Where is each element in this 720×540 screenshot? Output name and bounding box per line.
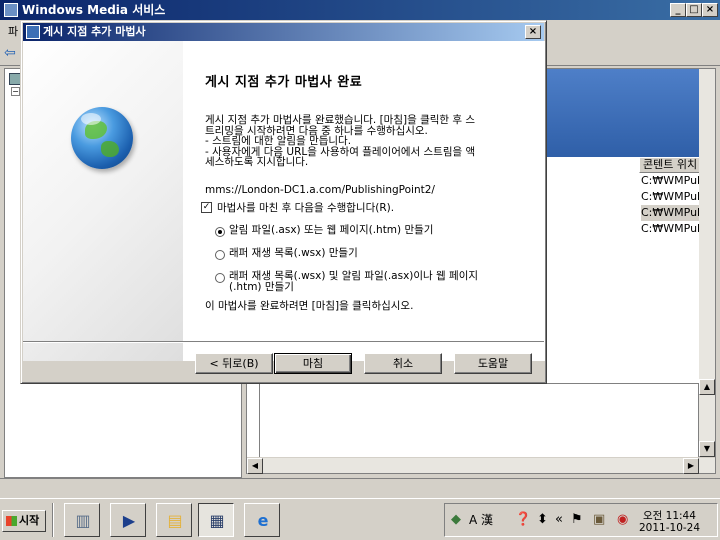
windows-logo-icon — [6, 516, 17, 526]
wizard-side-panel — [23, 41, 183, 361]
expand-tray-icon[interactable]: « — [555, 513, 563, 527]
checkbox-checked-icon[interactable]: ✓ — [201, 202, 212, 213]
dialog-separator — [23, 341, 544, 343]
globe-highlight — [81, 113, 101, 125]
scroll-right-icon[interactable]: ▶ — [683, 458, 699, 474]
checkbox-label[interactable]: 마법사를 마친 후 다음을 수행합니다(R). — [217, 202, 394, 214]
action-center-flag-icon[interactable]: ⚑ — [571, 513, 583, 527]
dialog-close-button[interactable]: × — [525, 25, 541, 39]
minimize-button[interactable]: _ — [670, 3, 686, 17]
cancel-button[interactable]: 취소 — [364, 353, 442, 374]
windows-media-services-task-icon[interactable]: ▦ — [198, 503, 234, 537]
add-publishing-point-wizard: 게시 지점 추가 마법사 × 게시 지점 추가 마법사 완료 게시 지점 추가 … — [20, 20, 547, 384]
options-arrow-icon[interactable]: ⬍ — [537, 513, 548, 527]
globe-land-shape — [101, 141, 119, 157]
stream-url: mms://London-DC1.a.com/PublishingPoint2/ — [205, 184, 435, 196]
radio-selected-icon[interactable] — [215, 227, 225, 237]
clock-time[interactable]: 오전 11:44 — [643, 508, 696, 523]
properties-box — [259, 383, 699, 459]
close-button[interactable]: × — [702, 3, 718, 17]
back-button[interactable]: < 뒤로(B) — [195, 353, 273, 374]
explorer-folder-icon[interactable]: ▤ — [156, 503, 192, 537]
finish-hint: 이 마법사를 완료하려면 [마침]을 클릭하십시오. — [205, 300, 414, 312]
radio-announcement-file[interactable]: 알림 파일(.asx) 또는 웹 페이지(.htm) 만들기 — [215, 224, 433, 237]
ime-mode[interactable]: A 漢 — [469, 513, 493, 527]
windows-media-services-icon — [4, 3, 18, 17]
scroll-down-icon[interactable]: ▼ — [699, 441, 715, 457]
start-button[interactable]: 시작 — [2, 510, 46, 532]
internet-explorer-icon[interactable]: e — [244, 503, 280, 537]
start-label[interactable]: 시작 — [19, 514, 39, 527]
wizard-description: 게시 지점 추가 마법사를 완료했습니다. [마침]을 클릭한 후 스 트리밍을… — [205, 115, 513, 168]
dialog-titlebar: 게시 지점 추가 마법사 × — [23, 23, 544, 41]
language-bar-icon[interactable]: ◆ — [451, 513, 461, 527]
radio-label[interactable]: 알림 파일(.asx) 또는 웹 페이지(.htm) 만들기 — [229, 224, 433, 236]
menu-file[interactable]: 파 — [8, 23, 18, 39]
clock-date[interactable]: 2011-10-24 — [639, 522, 700, 534]
main-titlebar: Windows Media 서비스 _ □ × — [0, 0, 720, 20]
wizard-heading: 게시 지점 추가 마법사 완료 — [205, 75, 363, 90]
globe-icon — [71, 107, 133, 169]
server-manager-icon[interactable]: ▥ — [64, 503, 100, 537]
description-line: 게시 지점 추가 마법사를 완료했습니다. [마침]을 클릭한 후 스 — [205, 114, 476, 126]
finish-button[interactable]: 마침 — [274, 353, 352, 374]
taskbar: 시작 ▥ ▶ ▤ ▦ e ◆ A 漢 ❓ ⬍ « ⚑ ▣ ◉ 오전 11:44 … — [0, 498, 720, 540]
main-window-title: Windows Media 서비스 — [22, 3, 166, 17]
dialog-title: 게시 지점 추가 마법사 — [43, 25, 146, 38]
scroll-up-icon[interactable]: ▲ — [699, 379, 715, 395]
description-line: 세스하도록 지시합니다. — [205, 156, 309, 168]
radio-label[interactable]: 래퍼 재생 목록(.wsx) 만들기 — [229, 247, 358, 259]
after-wizard-checkbox[interactable]: ✓ 마법사를 마친 후 다음을 수행합니다(R). — [201, 201, 394, 215]
vertical-scrollbar[interactable]: ▲ ▼ — [699, 69, 715, 457]
radio-unselected-icon[interactable] — [215, 250, 225, 260]
back-arrow-icon[interactable]: ⇦ — [4, 45, 20, 61]
wizard-icon — [26, 25, 40, 39]
status-bar — [0, 478, 720, 498]
powershell-icon[interactable]: ▶ — [110, 503, 146, 537]
radio-wrapper-and-announcement[interactable]: 래퍼 재생 목록(.wsx) 및 알림 파일(.asx)이나 웹 페이지 (.h… — [215, 271, 478, 293]
taskbar-separator — [52, 503, 54, 537]
scroll-left-icon[interactable]: ◀ — [247, 458, 263, 474]
help-icon[interactable]: ❓ — [515, 513, 531, 527]
tree-collapse-icon[interactable]: − — [11, 87, 20, 96]
system-tray: ◆ A 漢 ❓ ⬍ « ⚑ ▣ ◉ 오전 11:44 2011-10-24 — [444, 503, 718, 537]
help-button[interactable]: 도움말 — [454, 353, 532, 374]
volume-muted-icon[interactable]: ◉ — [617, 513, 628, 527]
horizontal-scrollbar[interactable]: ◀ ▶ — [247, 457, 715, 474]
radio-wrapper-playlist[interactable]: 래퍼 재생 목록(.wsx) 만들기 — [215, 247, 358, 260]
network-icon[interactable]: ▣ — [593, 513, 605, 527]
wizard-content: 게시 지점 추가 마법사 완료 게시 지점 추가 마법사를 완료했습니다. [마… — [183, 41, 545, 361]
radio-label[interactable]: (.htm) 만들기 — [229, 282, 478, 293]
maximize-button[interactable]: □ — [686, 3, 702, 17]
description-line: - 스트림에 대한 알림을 만듭니다. — [205, 135, 352, 147]
radio-unselected-icon[interactable] — [215, 273, 225, 283]
